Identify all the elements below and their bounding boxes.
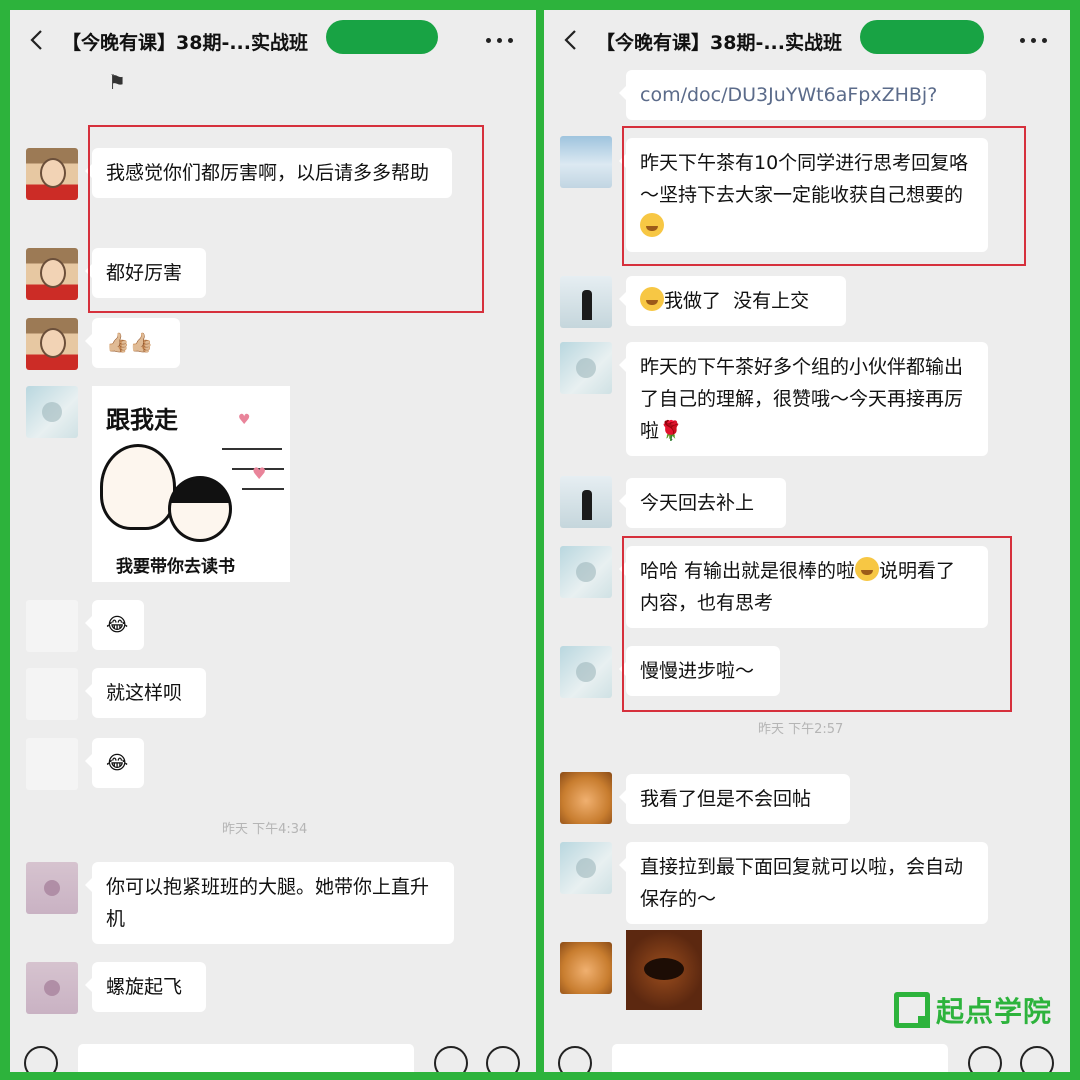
- avatar[interactable]: [560, 276, 612, 328]
- more-dots-icon[interactable]: [486, 38, 514, 46]
- watermark: 起点学院: [893, 990, 1052, 1030]
- logo-icon: [893, 992, 930, 1028]
- sticker-face: [644, 958, 684, 980]
- sticker-icon: ⚑: [108, 70, 126, 94]
- emoji-icon[interactable]: [434, 1046, 468, 1072]
- chat-panel-left: 【今晚有课】38期-...实战班 ⚑ 我感觉你们都厉害啊，以后请多多帮助 都好厉…: [10, 10, 536, 1072]
- sticker-face: [100, 444, 176, 530]
- avatar[interactable]: [560, 342, 612, 394]
- avatar[interactable]: [560, 842, 612, 894]
- message-input[interactable]: [78, 1044, 414, 1072]
- top-bar: 【今晚有课】38期-...实战班: [10, 10, 536, 72]
- message-text: 我做了 没有上交: [664, 290, 810, 312]
- message-bubble: 就这样呗: [85, 668, 206, 718]
- message-bubble: 今天回去补上: [619, 478, 786, 528]
- avatar[interactable]: [560, 646, 612, 698]
- avatar[interactable]: [560, 476, 612, 528]
- chat-panel-right: 【今晚有课】38期-...实战班 com/doc/DU3JuYWt6aFpxZH…: [544, 10, 1070, 1072]
- avatar[interactable]: [26, 386, 78, 438]
- sticker-image[interactable]: [626, 930, 702, 1010]
- message-bubble: 👍🏼👍🏼: [85, 318, 180, 368]
- sticker-line: [242, 488, 284, 490]
- message-bubble: 昨天的下午茶好多个组的小伙伴都输出了自己的理解，很赞哦～今天再接再厉啦🌹: [619, 342, 988, 456]
- avatar[interactable]: [26, 668, 78, 720]
- sticker-top-text: 跟我走: [106, 406, 178, 434]
- heart-icon: ♥: [238, 412, 251, 428]
- plus-icon[interactable]: [1020, 1046, 1054, 1072]
- avatar[interactable]: [26, 248, 78, 300]
- message-bubble: 我看了但是不会回帖: [619, 774, 850, 824]
- chevron-left-icon[interactable]: [560, 28, 584, 52]
- avatar[interactable]: [26, 738, 78, 790]
- avatar[interactable]: [560, 546, 612, 598]
- timestamp: 昨天 下午4:34: [222, 822, 308, 837]
- voice-icon[interactable]: [558, 1046, 592, 1072]
- watermark-text: 起点学院: [935, 995, 1052, 1028]
- avatar[interactable]: [26, 600, 78, 652]
- avatar[interactable]: [560, 772, 612, 824]
- message-input[interactable]: [612, 1044, 948, 1072]
- link-message[interactable]: com/doc/DU3JuYWt6aFpxZHBj?: [619, 70, 986, 120]
- avatar[interactable]: [26, 862, 78, 914]
- message-bubble: 😂: [85, 600, 144, 650]
- redaction-mark: [860, 20, 984, 54]
- plus-icon[interactable]: [486, 1046, 520, 1072]
- chat-title: 【今晚有课】38期-...实战班: [62, 32, 308, 54]
- chat-title: 【今晚有课】38期-...实战班: [596, 32, 842, 54]
- face-emoji-icon: [640, 287, 664, 311]
- message-bubble: 我做了 没有上交: [619, 276, 846, 326]
- message-bubble: 螺旋起飞: [85, 962, 206, 1012]
- highlight-box: [622, 126, 1026, 266]
- heart-icon: ♥: [252, 464, 267, 483]
- avatar[interactable]: [26, 318, 78, 370]
- message-bubble: 直接拉到最下面回复就可以啦，会自动保存的～: [619, 842, 988, 924]
- timestamp: 昨天 下午2:57: [758, 722, 844, 737]
- input-bar: [544, 1032, 1070, 1072]
- avatar[interactable]: [560, 136, 612, 188]
- more-dots-icon[interactable]: [1020, 38, 1048, 46]
- input-bar: [10, 1032, 536, 1072]
- message-bubble: 😂: [85, 738, 144, 788]
- sticker-image[interactable]: 跟我走 ♥ ♥ 我要带你去读书: [92, 386, 290, 582]
- avatar[interactable]: [26, 148, 78, 200]
- top-bar: 【今晚有课】38期-...实战班: [544, 10, 1070, 72]
- highlight-box: [622, 536, 1012, 712]
- message-bubble: 你可以抱紧班班的大腿。她带你上直升机: [85, 862, 454, 944]
- sticker-line: [222, 448, 282, 450]
- sticker-face: [168, 476, 232, 542]
- redaction-mark: [326, 20, 438, 54]
- avatar[interactable]: [560, 942, 612, 994]
- voice-icon[interactable]: [24, 1046, 58, 1072]
- chevron-left-icon[interactable]: [26, 28, 50, 52]
- emoji-icon[interactable]: [968, 1046, 1002, 1072]
- avatar[interactable]: [26, 962, 78, 1014]
- sticker-bottom-text: 我要带你去读书: [116, 557, 235, 577]
- highlight-box: [88, 125, 484, 313]
